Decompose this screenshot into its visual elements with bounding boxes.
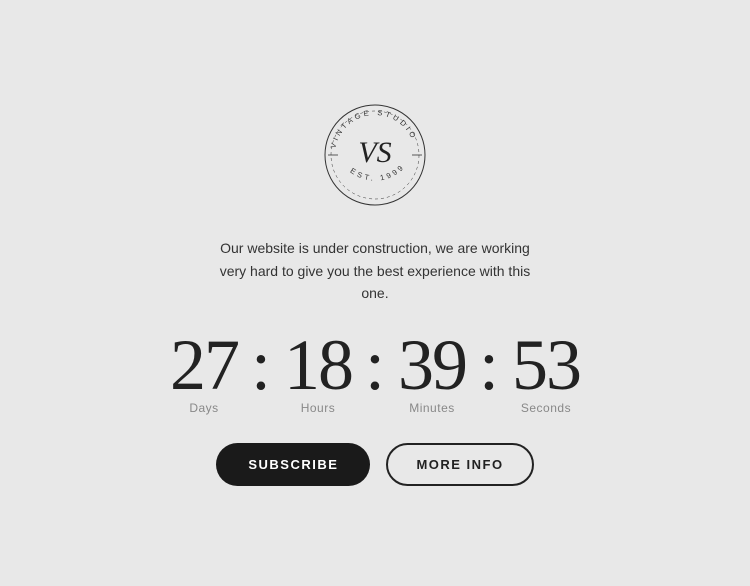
separator-3: : — [479, 329, 499, 401]
days-label: Days — [159, 401, 249, 415]
minutes-value: 39 — [398, 325, 466, 405]
minutes-label: Minutes — [387, 401, 477, 415]
separator-1: : — [251, 329, 271, 401]
logo-wrapper: VINTAGE STUDIO EST. 1999 VS — [320, 100, 430, 215]
page-container: VINTAGE STUDIO EST. 1999 VS Our website … — [159, 100, 591, 485]
separator-2: : — [365, 329, 385, 401]
hours-label: Hours — [273, 401, 363, 415]
buttons-row: SUBSCRIBE MORE INFO — [216, 443, 533, 486]
seconds-label: Seconds — [501, 401, 591, 415]
seconds-value: 53 — [512, 325, 580, 405]
countdown-row: 27 : 18 : 39 : 53 — [159, 329, 591, 401]
logo-svg: VINTAGE STUDIO EST. 1999 VS — [320, 100, 430, 210]
more-info-button[interactable]: MORE INFO — [386, 443, 533, 486]
subscribe-button[interactable]: SUBSCRIBE — [216, 443, 370, 486]
hours-block: 18 — [273, 329, 363, 401]
seconds-block: 53 — [501, 329, 591, 401]
days-value: 27 — [170, 325, 238, 405]
days-block: 27 — [159, 329, 249, 401]
svg-text:VS: VS — [358, 136, 391, 169]
minutes-block: 39 — [387, 329, 477, 401]
labels-row: Days Hours Minutes Seconds — [159, 401, 591, 415]
hours-value: 18 — [284, 325, 352, 405]
description-text: Our website is under construction, we ar… — [215, 237, 535, 304]
